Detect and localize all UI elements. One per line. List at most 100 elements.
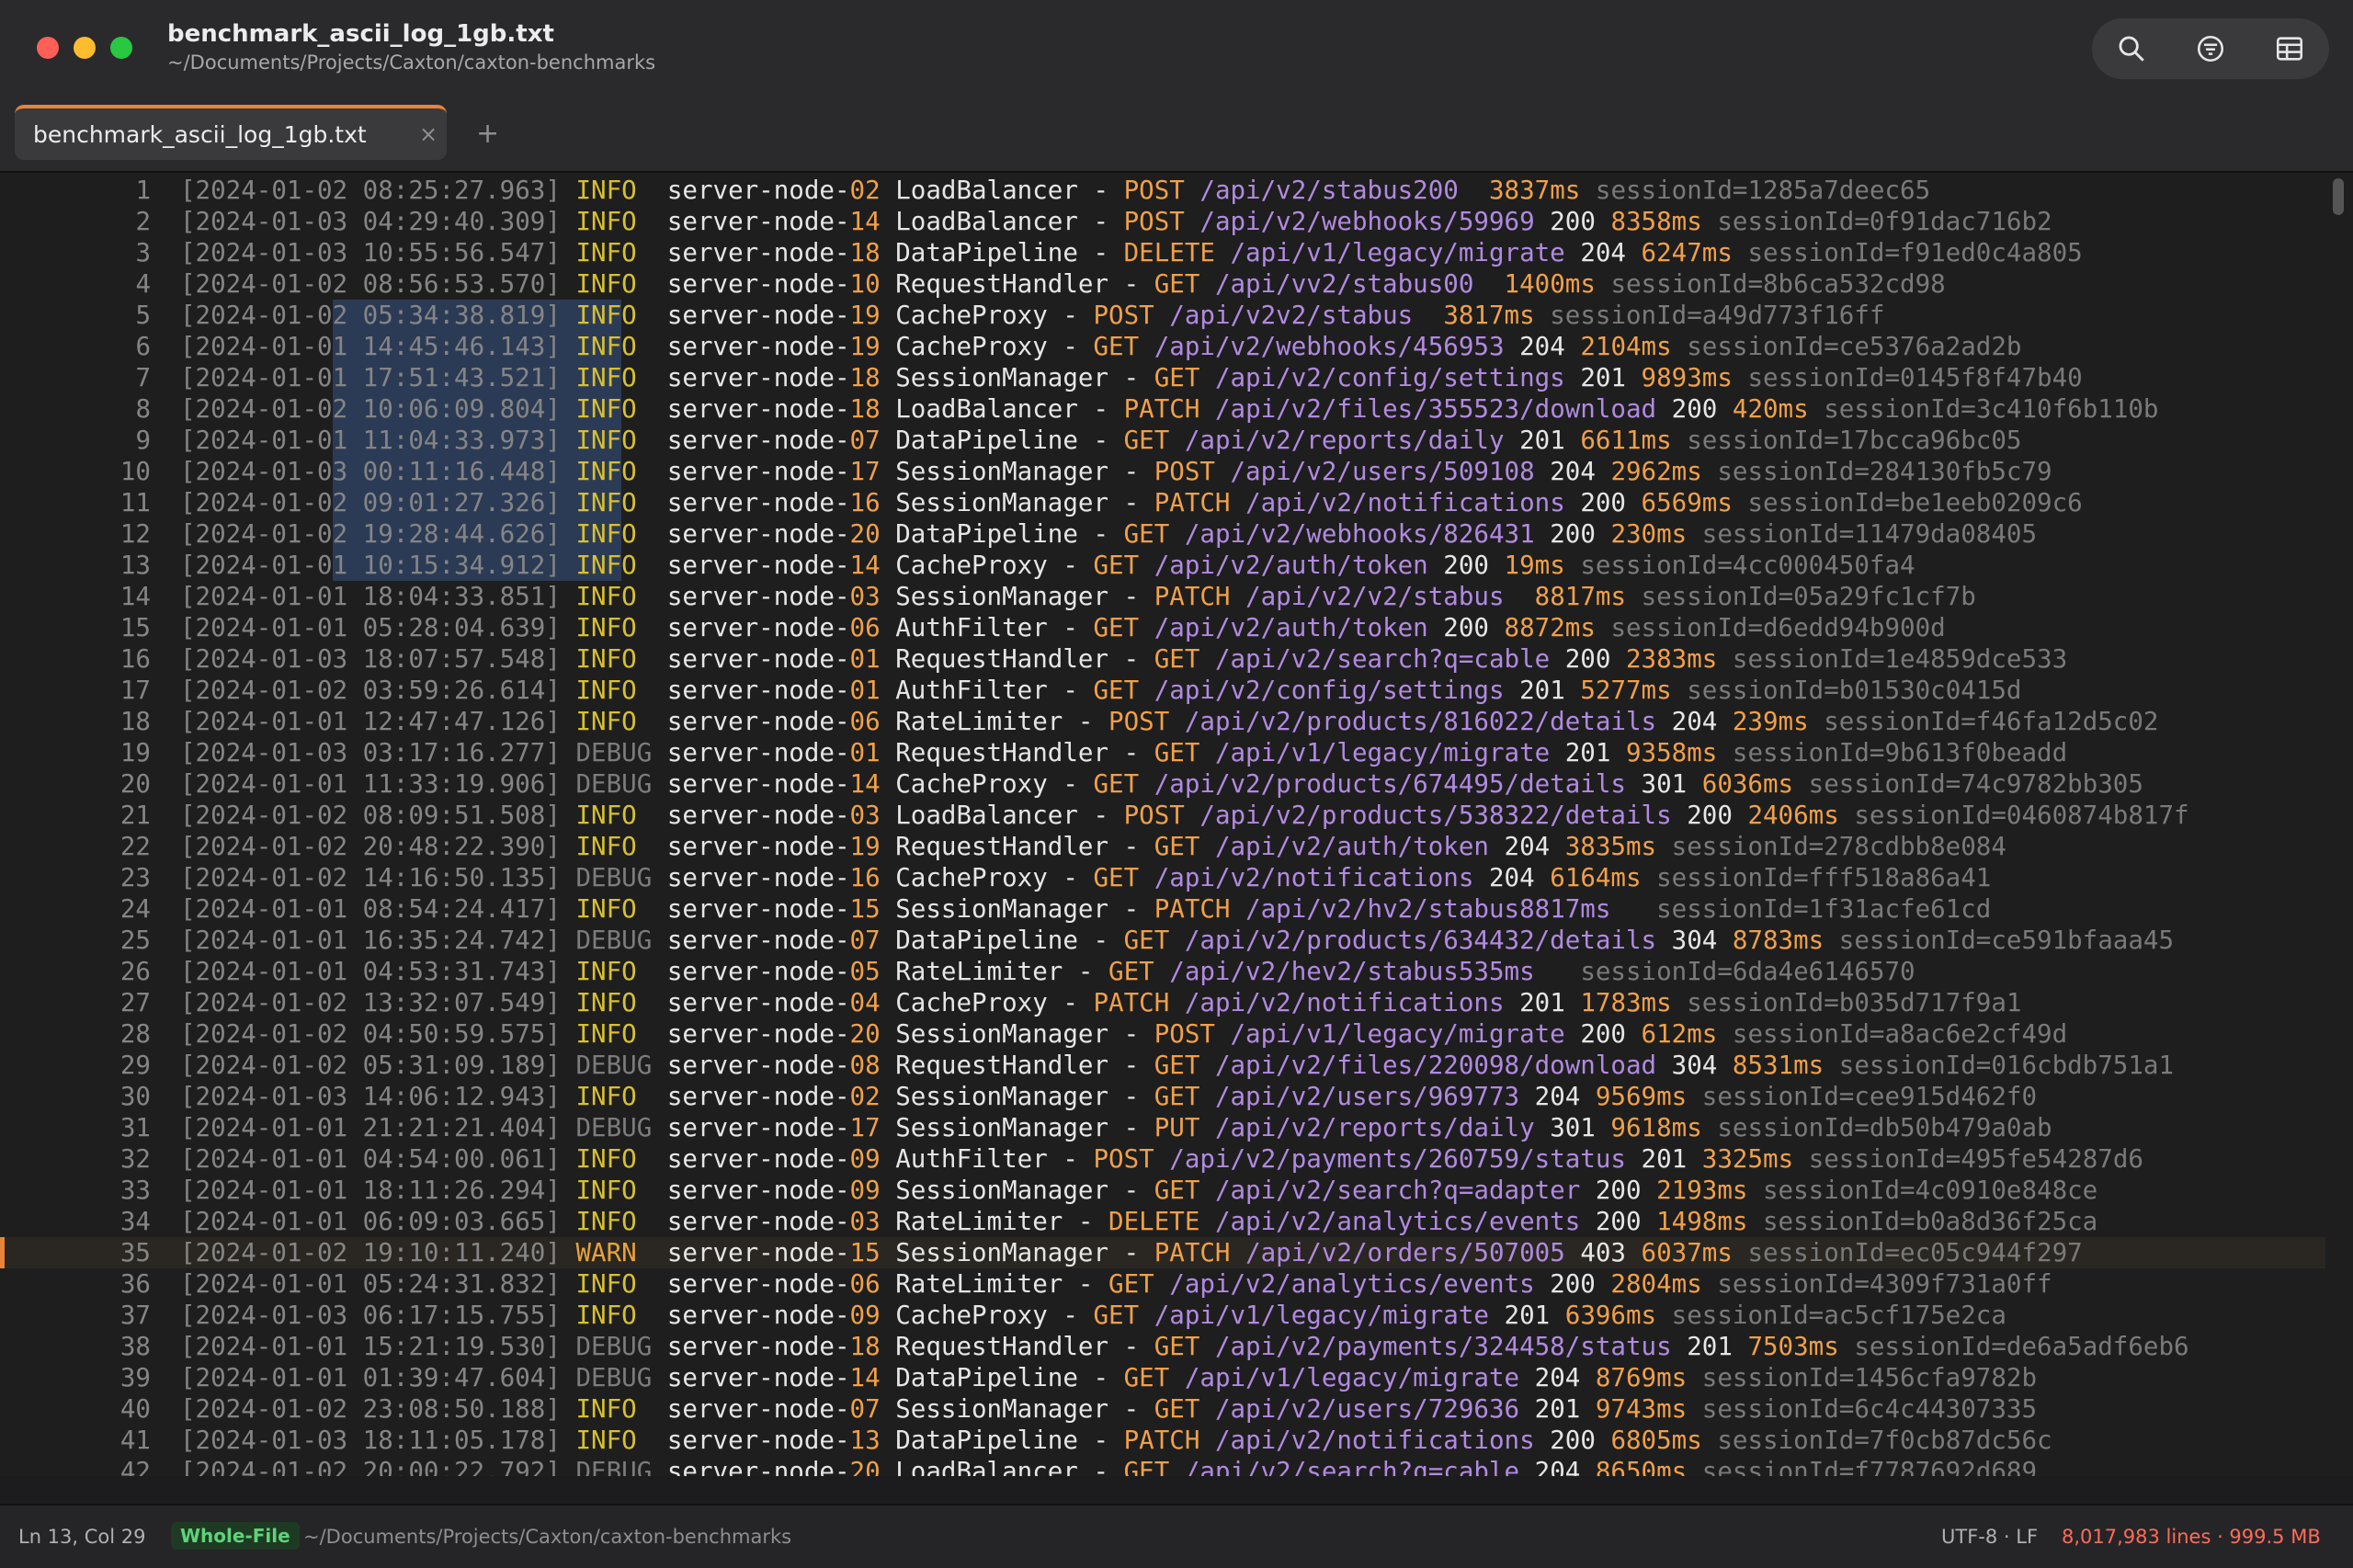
node-number: 17 [849, 1113, 881, 1142]
mode-badge[interactable]: Whole-File [171, 1522, 300, 1550]
duration: 8769ms [1595, 1363, 1688, 1392]
log-line[interactable]: 6 [2024-01-01 14:45:46.143] INFO server-n… [0, 331, 2325, 362]
node-number: 14 [849, 207, 881, 236]
node-number: 06 [849, 613, 881, 642]
log-line[interactable]: 3 [2024-01-03 10:55:56.547] INFO server-n… [0, 237, 2325, 268]
log-line[interactable]: 14 [2024-01-01 18:04:33.851] INFO server-… [0, 581, 2325, 612]
separator: - [1063, 863, 1078, 892]
log-line[interactable]: 37 [2024-01-03 06:17:15.755] INFO server-… [0, 1300, 2325, 1331]
close-window-button[interactable] [37, 37, 59, 59]
line-number: 27 [119, 988, 151, 1017]
tab-benchmark-log[interactable]: benchmark_ascii_log_1gb.txt × [15, 105, 447, 160]
tab-close-icon[interactable]: × [419, 121, 438, 147]
vertical-scrollbar[interactable] [2331, 173, 2346, 1476]
log-line[interactable]: 27 [2024-01-02 13:32:07.549] INFO server-… [0, 987, 2325, 1018]
session-id: sessionId=05a29fc1cf7b [1641, 582, 1976, 611]
log-line[interactable]: 21 [2024-01-02 08:09:51.508] INFO server-… [0, 800, 2325, 831]
node-number: 16 [849, 863, 881, 892]
node-number: 04 [849, 988, 881, 1017]
host-name: server-node- [666, 301, 850, 330]
request-path: /api/v2/webhooks/826431 [1184, 519, 1535, 549]
duration: 2406ms [1747, 801, 1839, 830]
log-line[interactable]: 42 [2024-01-02 20:00:22.792] DEBUG server… [0, 1456, 2325, 1476]
duration: 2383ms [1625, 644, 1718, 674]
duration: 6805ms [1610, 1426, 1702, 1455]
log-level: DEBUG [575, 738, 653, 767]
duration: 1783ms [1580, 988, 1672, 1017]
timestamp: [2024-01-03 18:07:57.548] [180, 644, 561, 674]
editor-view[interactable]: 1 [2024-01-02 08:25:27.963] INFO server-n… [0, 173, 2353, 1476]
session-id: sessionId=6da4e6146570 [1580, 957, 1915, 986]
timestamp: [2024-01-02 19:10:11.240] [180, 1238, 561, 1267]
log-line[interactable]: 33 [2024-01-01 18:11:26.294] INFO server-… [0, 1175, 2325, 1206]
log-line[interactable]: 28 [2024-01-02 04:50:59.575] INFO server-… [0, 1018, 2325, 1050]
log-line[interactable]: 39 [2024-01-01 01:39:47.604] DEBUG server… [0, 1362, 2325, 1393]
scroll-thumb[interactable] [2333, 178, 2344, 215]
session-id: sessionId=a8ac6e2cf49d [1732, 1019, 2068, 1049]
log-line[interactable]: 7 [2024-01-01 17:51:43.521] INFO server-n… [0, 362, 2325, 393]
log-line[interactable]: 26 [2024-01-01 04:53:31.743] INFO server-… [0, 956, 2325, 987]
request-path: /api/v2/reports/daily [1214, 1113, 1535, 1142]
new-tab-button[interactable]: + [476, 118, 499, 150]
separator: - [1063, 301, 1078, 330]
line-number: 10 [119, 457, 151, 486]
component-name: CacheProxy [895, 551, 1048, 580]
file-size-indicator: 8,017,983 lines · 999.5 MB [2062, 1526, 2321, 1548]
log-line[interactable]: 17 [2024-01-02 03:59:26.614] INFO server-… [0, 675, 2325, 706]
log-line[interactable]: 34 [2024-01-01 06:09:03.665] INFO server-… [0, 1206, 2325, 1237]
node-number: 02 [849, 176, 881, 205]
log-line[interactable]: 23 [2024-01-02 14:16:50.135] DEBUG server… [0, 862, 2325, 893]
log-line[interactable]: 18 [2024-01-01 12:47:47.126] INFO server-… [0, 706, 2325, 737]
zoom-window-button[interactable] [110, 37, 132, 59]
log-line[interactable]: 13 [2024-01-01 10:15:34.912] INFO server-… [0, 550, 2325, 581]
log-line[interactable]: 5 [2024-01-02 05:34:38.819] INFO server-n… [0, 300, 2325, 331]
line-number: 7 [135, 363, 151, 392]
filter-button[interactable] [2171, 18, 2250, 79]
log-line[interactable]: 25 [2024-01-01 16:35:24.742] DEBUG server… [0, 925, 2325, 956]
log-line[interactable]: 22 [2024-01-02 20:48:22.390] INFO server-… [0, 831, 2325, 862]
log-line[interactable]: 2 [2024-01-03 04:29:40.309] INFO server-n… [0, 206, 2325, 237]
line-number: 40 [119, 1394, 151, 1424]
log-line[interactable]: 29 [2024-01-02 05:31:09.189] DEBUG server… [0, 1050, 2325, 1081]
log-line[interactable]: 36 [2024-01-01 05:24:31.832] INFO server-… [0, 1268, 2325, 1300]
line-text: [2024-01-02 08:25:27.963] INFO server-no… [180, 175, 1930, 206]
log-line[interactable]: 30 [2024-01-03 14:06:12.943] INFO server-… [0, 1081, 2325, 1112]
log-line[interactable]: 19 [2024-01-03 03:17:16.277] DEBUG server… [0, 737, 2325, 768]
cursor-position[interactable]: Ln 13, Col 29 [18, 1526, 146, 1548]
line-number: 4 [135, 269, 151, 299]
log-line[interactable]: 9 [2024-01-01 11:04:33.973] INFO server-n… [0, 425, 2325, 456]
http-method: GET [1093, 676, 1140, 705]
log-line[interactable]: 24 [2024-01-01 08:54:24.417] INFO server-… [0, 893, 2325, 925]
log-line[interactable]: 32 [2024-01-01 04:54:00.061] INFO server-… [0, 1143, 2325, 1175]
request-path: /api/v2/webhooks/59969 [1199, 207, 1535, 236]
line-text: [2024-01-01 14:45:46.143] INFO server-no… [180, 331, 2021, 362]
duration: 9743ms [1595, 1394, 1688, 1424]
line-text: [2024-01-01 01:39:47.604] DEBUG server-n… [180, 1362, 2037, 1393]
log-line[interactable]: 15 [2024-01-01 05:28:04.639] INFO server-… [0, 612, 2325, 643]
log-line[interactable]: 4 [2024-01-02 08:56:53.570] INFO server-n… [0, 268, 2325, 300]
log-level: INFO [575, 676, 637, 705]
http-method: GET [1154, 1082, 1200, 1111]
log-line[interactable]: 35 [2024-01-02 19:10:11.240] WARN server-… [0, 1237, 2325, 1268]
log-line[interactable]: 20 [2024-01-01 11:33:19.906] DEBUG server… [0, 768, 2325, 800]
log-line[interactable]: 16 [2024-01-03 18:07:57.548] INFO server-… [0, 643, 2325, 675]
host-name: server-node- [666, 988, 850, 1017]
log-line[interactable]: 12 [2024-01-02 19:28:44.626] INFO server-… [0, 518, 2325, 550]
component-name: DataPipeline [895, 426, 1078, 455]
log-line[interactable]: 11 [2024-01-02 09:01:27.326] INFO server-… [0, 487, 2325, 518]
filter-icon [2197, 35, 2224, 62]
node-number: 14 [849, 769, 881, 799]
log-line[interactable]: 31 [2024-01-01 21:21:21.404] DEBUG server… [0, 1112, 2325, 1143]
separator: - [1123, 1394, 1140, 1424]
encoding-indicator[interactable]: UTF-8 · LF [1941, 1526, 2038, 1548]
log-line[interactable]: 41 [2024-01-03 18:11:05.178] INFO server-… [0, 1425, 2325, 1456]
search-button[interactable] [2092, 18, 2171, 79]
log-line[interactable]: 8 [2024-01-02 10:06:09.804] INFO server-n… [0, 393, 2325, 425]
log-line[interactable]: 40 [2024-01-02 23:08:50.188] INFO server-… [0, 1393, 2325, 1425]
line-number: 20 [119, 769, 151, 799]
minimize-window-button[interactable] [74, 37, 96, 59]
log-line[interactable]: 38 [2024-01-01 15:21:19.530] DEBUG server… [0, 1331, 2325, 1362]
log-line[interactable]: 10 [2024-01-03 00:11:16.448] INFO server-… [0, 456, 2325, 487]
log-line[interactable]: 1 [2024-01-02 08:25:27.963] INFO server-n… [0, 175, 2325, 206]
table-view-button[interactable] [2250, 18, 2329, 79]
